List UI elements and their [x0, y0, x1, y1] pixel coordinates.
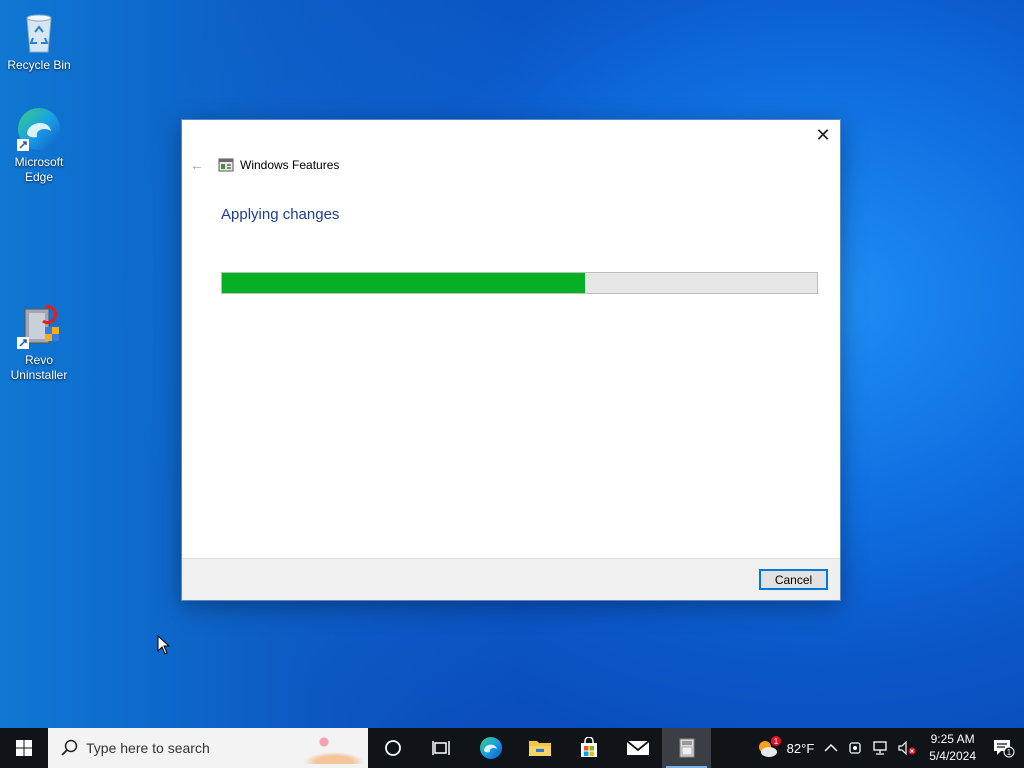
- search-input[interactable]: Type here to search: [48, 728, 368, 768]
- task-view-button[interactable]: [417, 728, 466, 768]
- weather-temp: 82°F: [786, 740, 815, 756]
- dialog-footer: Cancel: [182, 558, 840, 600]
- file-explorer-button[interactable]: [515, 728, 564, 768]
- edge-icon: [17, 108, 60, 151]
- windows-features-icon: [679, 738, 694, 758]
- search-icon: [61, 739, 78, 756]
- taskbar: Type here to search 1 82°F 9:25 AM 5/4/2…: [0, 728, 1024, 768]
- mail-button[interactable]: [613, 728, 662, 768]
- windows-features-dialog: ✕ ← Windows Features Applying changes Ca…: [182, 120, 840, 600]
- desktop-icon-label: Revo Uninstaller: [10, 353, 68, 382]
- recycle-bin-icon: [26, 14, 52, 53]
- cortana-icon: [384, 740, 401, 756]
- edge-icon: [479, 737, 502, 759]
- weather-icon: 1: [758, 736, 781, 757]
- applying-changes-heading: Applying changes: [221, 206, 340, 223]
- task-view-icon: [431, 741, 450, 755]
- windows-features-taskbar-button[interactable]: [662, 728, 711, 768]
- chevron-up-icon: [824, 743, 838, 752]
- meet-now-button[interactable]: [843, 741, 867, 755]
- cancel-button[interactable]: Cancel: [759, 569, 828, 590]
- taskbar-edge-button[interactable]: [466, 728, 515, 768]
- network-button[interactable]: [867, 741, 893, 755]
- microsoft-store-button[interactable]: [564, 728, 613, 768]
- desktop-icon-revo-uninstaller[interactable]: Revo Uninstaller: [1, 303, 77, 383]
- store-icon: [580, 737, 597, 757]
- close-button[interactable]: ✕: [814, 126, 832, 144]
- clock-time: 9:25 AM: [930, 732, 975, 746]
- clock[interactable]: 9:25 AM 5/4/2024: [921, 731, 984, 765]
- show-hidden-icons-button[interactable]: [819, 743, 843, 753]
- volume-button[interactable]: [893, 741, 921, 755]
- clock-date: 5/4/2024: [929, 749, 976, 763]
- search-placeholder: Type here to search: [86, 740, 210, 756]
- mouse-cursor-icon: [157, 635, 171, 655]
- weather-alert-badge: 1: [773, 737, 778, 746]
- search-highlight-decoration: [304, 732, 364, 764]
- file-explorer-icon: [528, 741, 551, 756]
- dialog-title: Windows Features: [240, 158, 340, 172]
- start-button[interactable]: [0, 728, 48, 768]
- revo-uninstaller-icon: [17, 305, 59, 349]
- back-arrow-icon[interactable]: ←: [190, 157, 206, 173]
- meet-now-icon: [849, 742, 861, 754]
- desktop-icon-recycle-bin[interactable]: Recycle Bin: [1, 8, 77, 73]
- cortana-button[interactable]: [368, 728, 417, 768]
- mail-icon: [625, 740, 650, 755]
- network-icon: [873, 741, 887, 755]
- progress-bar-fill: [222, 273, 585, 293]
- progress-bar: [221, 272, 818, 294]
- windows-features-icon: [218, 158, 234, 172]
- desktop-icon-label: Microsoft Edge: [14, 155, 64, 184]
- desktop-icon-microsoft-edge[interactable]: Microsoft Edge: [1, 105, 77, 185]
- notification-count: 1: [1007, 748, 1012, 757]
- windows-logo-icon: [16, 740, 32, 756]
- desktop-icon-label: Recycle Bin: [7, 58, 71, 72]
- system-tray: 1 82°F 9:25 AM 5/4/2024 1: [750, 728, 1024, 768]
- volume-muted-icon: [898, 741, 916, 755]
- dialog-nav-row: ← Windows Features: [190, 156, 339, 174]
- weather-widget[interactable]: 1 82°F: [750, 735, 820, 761]
- action-center-button[interactable]: 1: [984, 738, 1024, 758]
- notification-icon: 1: [994, 740, 1015, 758]
